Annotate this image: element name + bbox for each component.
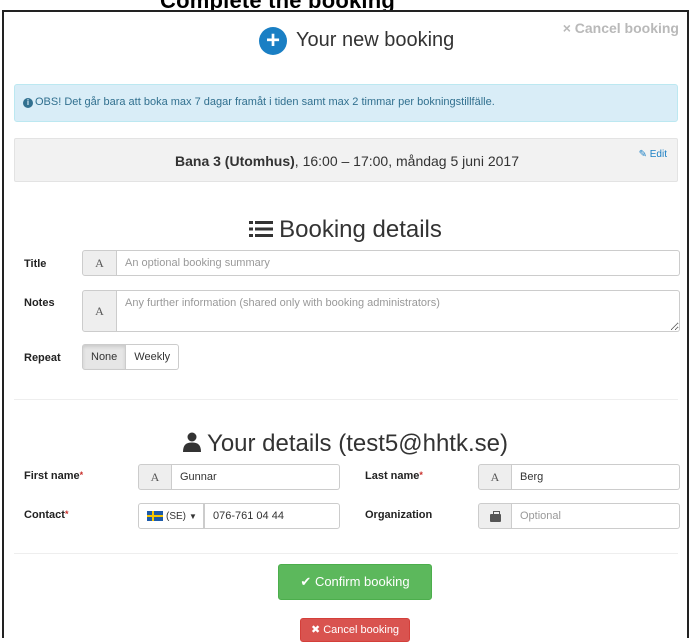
notes-text-icon: A [82, 290, 117, 332]
page-heading: Complete the booking [160, 0, 395, 10]
contact-label: Contact* [24, 509, 68, 521]
contact-text: Contact [24, 509, 65, 521]
required-mark: * [79, 470, 84, 480]
section-divider [14, 399, 678, 400]
close-icon: ✖ [310, 624, 321, 636]
page-heading-cut: Complete the booking [0, 0, 691, 10]
repeat-none-button[interactable]: None [82, 344, 127, 370]
cancel-booking-link[interactable]: × Cancel booking [563, 20, 679, 36]
organization-input[interactable] [512, 503, 680, 529]
confirm-label: Confirm booking [314, 574, 410, 589]
booking-details-title: Booking details [279, 216, 442, 243]
pencil-icon: ✎ [638, 149, 647, 160]
actions-divider [14, 553, 678, 554]
last-name-text-icon: A [478, 464, 512, 490]
briefcase-icon [490, 511, 501, 522]
info-text: OBS! Det går bara att boka max 7 dagar f… [35, 96, 495, 108]
title-text-icon: A [82, 250, 117, 276]
confirm-booking-button[interactable]: ✔ Confirm booking [278, 564, 432, 600]
first-name-text-icon: A [138, 464, 172, 490]
check-icon: ✔ [300, 574, 312, 589]
first-name-label: First name* [24, 470, 83, 482]
user-icon [183, 432, 202, 452]
edit-label: Edit [649, 149, 667, 160]
first-name-text: First name [24, 470, 80, 482]
booking-details-heading: Booking details [4, 216, 687, 244]
repeat-toggle: None Weekly [82, 344, 180, 370]
phone-input[interactable] [204, 503, 340, 529]
required-mark: * [64, 509, 69, 519]
summary-text: Bana 3 (Utomhus), 16:00 – 17:00, måndag … [15, 153, 679, 169]
first-name-input[interactable] [172, 464, 340, 490]
last-name-label: Last name* [365, 470, 423, 482]
country-code: (SE) [166, 510, 186, 522]
list-icon [249, 221, 274, 237]
cancel-booking-button[interactable]: ✖ Cancel booking [300, 618, 410, 642]
your-details-heading: Your details (test5@hhtk.se) [4, 430, 687, 458]
modal-header: + Your new booking × Cancel booking [4, 12, 687, 68]
sweden-flag-icon [147, 511, 163, 521]
booking-summary: Bana 3 (Utomhus), 16:00 – 17:00, måndag … [14, 138, 678, 182]
booking-modal: + Your new booking × Cancel booking i OBS… [2, 10, 689, 642]
organization-addon [478, 503, 512, 529]
repeat-weekly-button[interactable]: Weekly [126, 344, 180, 370]
plus-circle-icon: + [259, 27, 287, 55]
booking-time: , 16:00 – 17:00, måndag 5 juni 2017 [294, 153, 519, 169]
edit-link[interactable]: ✎ Edit [639, 149, 667, 160]
notes-label: Notes [24, 297, 55, 309]
required-mark: * [419, 470, 423, 480]
title-label: Title [24, 258, 47, 270]
info-icon: i [23, 98, 33, 108]
info-alert: i OBS! Det går bara att boka max 7 dagar … [14, 84, 678, 122]
organization-label: Organization [365, 509, 433, 521]
your-details-title: Your details (test5@hhtk.se) [207, 430, 508, 457]
chevron-down-icon: ▼ [189, 511, 197, 521]
country-code-dropdown[interactable]: (SE) ▼ [138, 503, 204, 529]
last-name-input[interactable] [512, 464, 680, 490]
notes-textarea[interactable] [117, 290, 680, 332]
last-name-text: Last name [365, 470, 420, 482]
modal-title: Your new booking [296, 29, 455, 51]
cancel-label: Cancel booking [323, 624, 400, 636]
repeat-label: Repeat [24, 352, 61, 364]
court-name: Bana 3 (Utomhus) [175, 153, 295, 169]
title-input[interactable] [117, 250, 680, 276]
